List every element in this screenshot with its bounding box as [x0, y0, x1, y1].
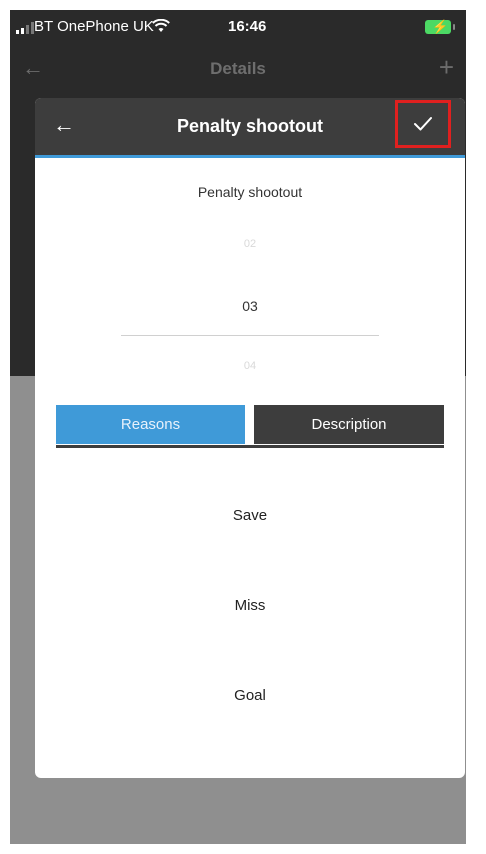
penalty-dialog: ← Penalty shootout Penalty shootout 02 0… [35, 98, 465, 778]
wifi-icon [152, 18, 170, 37]
tab-underline [56, 445, 444, 448]
phone-screen: BT OnePhone UK 16:46 ⚡ ← Details + ← Pen… [10, 10, 466, 844]
reason-goal[interactable]: Goal [35, 678, 465, 714]
charging-bolt-icon: ⚡ [432, 19, 449, 34]
nav-title: Details [210, 59, 266, 78]
reason-save[interactable]: Save [35, 498, 465, 534]
carrier-name: BT OnePhone UK [34, 18, 154, 35]
dialog-subtitle: Penalty shootout [197, 184, 303, 200]
dialog-header: ← Penalty shootout [35, 98, 465, 158]
battery-icon: ⚡ [425, 19, 455, 34]
nav-bar: ← Details + [10, 46, 466, 90]
tab-reasons[interactable]: Reasons [56, 405, 245, 444]
picker-option-selected[interactable]: 03 [35, 298, 465, 314]
clock: 16:46 [228, 18, 267, 35]
tab-description[interactable]: Description [254, 405, 444, 444]
reason-miss[interactable]: Miss [35, 588, 465, 624]
status-bar: BT OnePhone UK 16:46 ⚡ [10, 10, 466, 46]
signal-icon [16, 22, 34, 34]
picker-option-next[interactable]: 04 [35, 360, 465, 372]
picker-option-prev[interactable]: 02 [35, 238, 465, 250]
picker-divider [121, 335, 379, 336]
plus-icon[interactable]: + [439, 52, 454, 83]
confirm-highlight-box [395, 100, 451, 148]
checkmark-icon[interactable] [398, 103, 448, 145]
